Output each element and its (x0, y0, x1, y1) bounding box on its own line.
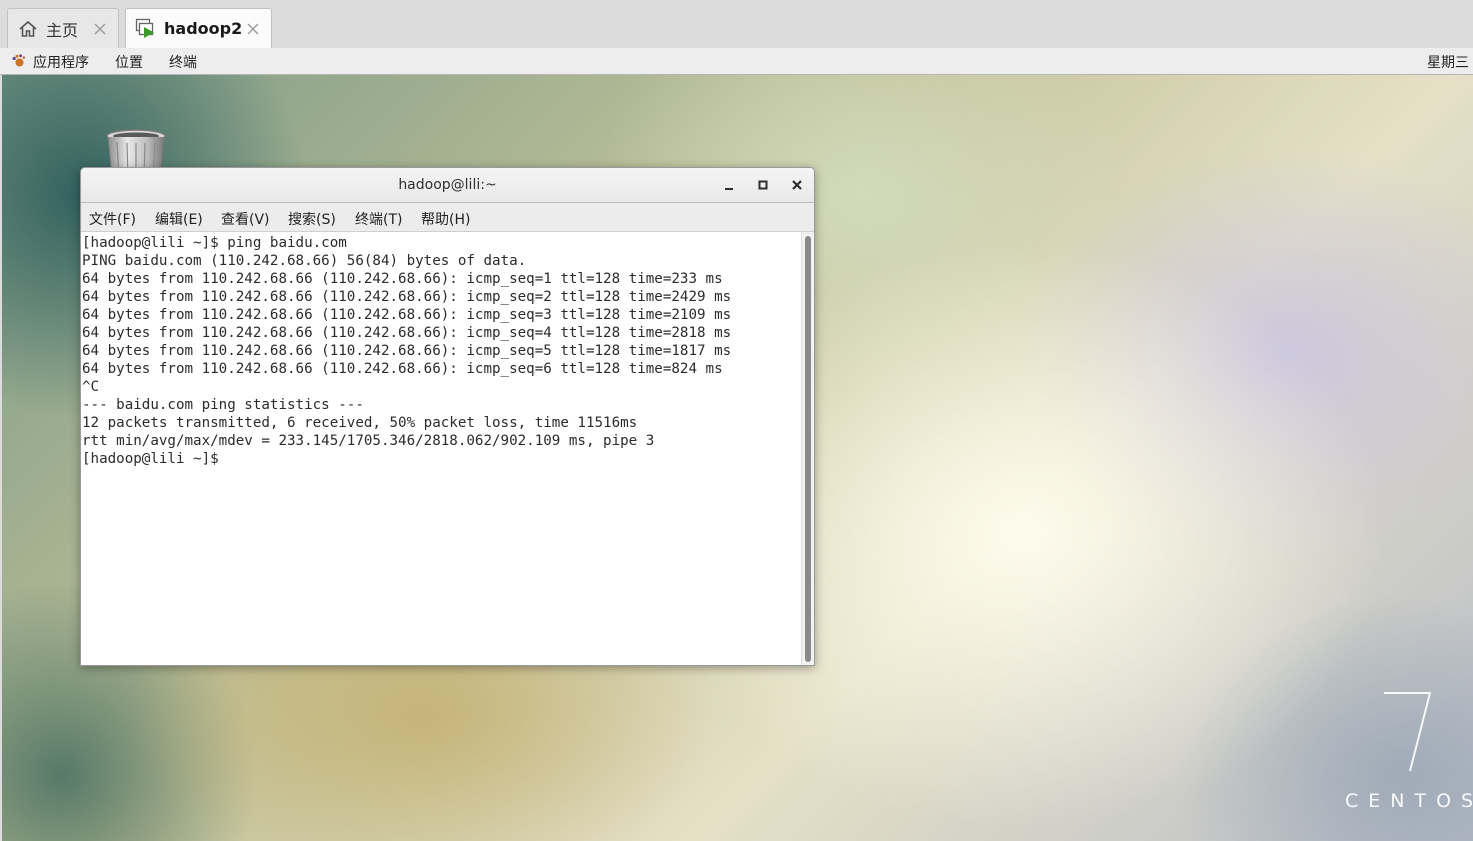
terminal-line: --- baidu.com ping statistics --- (82, 397, 364, 413)
centos-brand: CENTOS (1345, 790, 1473, 812)
menu-view[interactable]: 查看(V) (221, 209, 270, 229)
terminal-line: ^C (82, 379, 100, 395)
menu-help[interactable]: 帮助(H) (421, 209, 470, 229)
tab-hadoop2-label: hadoop2 (164, 19, 243, 38)
minimize-icon[interactable] (721, 177, 737, 193)
tab-home-label: 主页 (46, 20, 79, 40)
terminal-window[interactable]: hadoop@lili:~ 文件(F) 编辑(E) 查看(V) 搜索(S) 终端… (80, 167, 815, 666)
maximize-icon[interactable] (755, 177, 771, 193)
terminal-menu[interactable]: 终端 (169, 52, 197, 72)
terminal-line: PING baidu.com (110.242.68.66) 56(84) by… (82, 253, 527, 269)
terminal-output[interactable]: [hadoop@lili ~]$ ping baidu.com PING bai… (81, 232, 802, 665)
terminal-titlebar[interactable]: hadoop@lili:~ (81, 168, 814, 203)
tab-hadoop2[interactable]: hadoop2 (125, 8, 272, 48)
close-icon[interactable] (789, 177, 805, 193)
menu-search[interactable]: 搜索(S) (288, 209, 336, 229)
terminal-line: 64 bytes from 110.242.68.66 (110.242.68.… (82, 343, 732, 359)
close-icon[interactable] (92, 21, 108, 37)
close-icon[interactable] (245, 21, 261, 37)
terminal-line: 64 bytes from 110.242.68.66 (110.242.68.… (82, 361, 723, 377)
menu-terminal[interactable]: 终端(T) (355, 209, 402, 229)
terminal-line: 64 bytes from 110.242.68.66 (110.242.68.… (82, 325, 732, 341)
terminal-line: [hadoop@lili ~]$ ping baidu.com (82, 235, 347, 251)
centos-seven-logo (1372, 687, 1442, 777)
vm-play-icon (135, 18, 157, 40)
terminal-menubar: 文件(F) 编辑(E) 查看(V) 搜索(S) 终端(T) 帮助(H) (81, 203, 814, 232)
terminal-line: 12 packets transmitted, 6 received, 50% … (82, 415, 638, 431)
terminal-line: 64 bytes from 110.242.68.66 (110.242.68.… (82, 289, 732, 305)
applications-menu[interactable]: 应用程序 (33, 52, 89, 72)
terminal-line: 64 bytes from 110.242.68.66 (110.242.68.… (82, 307, 732, 323)
scrollbar-thumb[interactable] (805, 236, 811, 662)
terminal-title: hadoop@lili:~ (398, 177, 497, 193)
menu-file[interactable]: 文件(F) (89, 209, 136, 229)
gnome-foot-icon (11, 54, 26, 69)
gnome-top-bar: 应用程序 位置 终端 星期三 (0, 48, 1473, 75)
vm-tab-strip: 主页 hadoop2 (0, 0, 1473, 48)
tab-home[interactable]: 主页 (7, 8, 119, 48)
terminal-prompt[interactable]: [hadoop@lili ~]$ (82, 451, 227, 467)
menu-edit[interactable]: 编辑(E) (155, 209, 203, 229)
terminal-line: 64 bytes from 110.242.68.66 (110.242.68.… (82, 271, 723, 287)
terminal-line: rtt min/avg/max/mdev = 233.145/1705.346/… (82, 433, 655, 449)
clock[interactable]: 星期三 (1427, 52, 1469, 72)
home-icon (17, 18, 39, 40)
terminal-scrollbar[interactable] (801, 232, 814, 665)
places-menu[interactable]: 位置 (115, 52, 143, 72)
